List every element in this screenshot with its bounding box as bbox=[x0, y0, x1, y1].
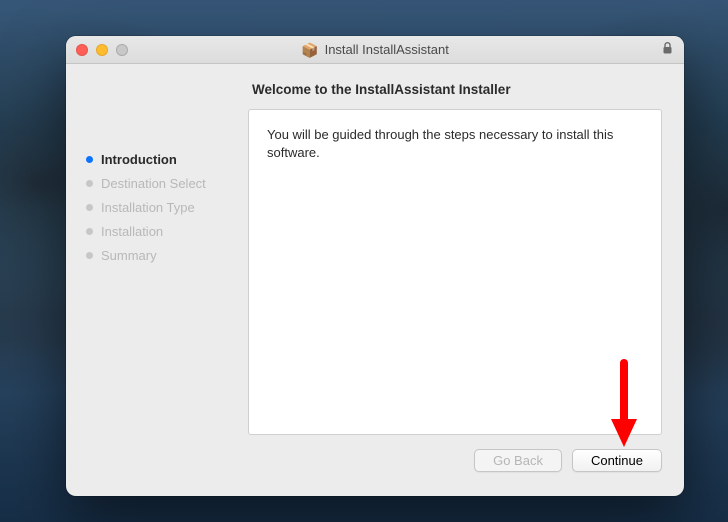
main-panel: Welcome to the InstallAssistant Installe… bbox=[242, 64, 684, 496]
step-label: Introduction bbox=[101, 152, 177, 167]
step-bullet-icon bbox=[86, 156, 93, 163]
step-bullet-icon bbox=[86, 180, 93, 187]
step-label: Installation Type bbox=[101, 200, 195, 215]
button-row: Go Back Continue bbox=[248, 449, 662, 472]
step-introduction: Introduction bbox=[86, 152, 230, 167]
minimize-button[interactable] bbox=[96, 44, 108, 56]
step-bullet-icon bbox=[86, 228, 93, 235]
lock-icon[interactable] bbox=[661, 41, 674, 58]
step-installation-type: Installation Type bbox=[86, 200, 230, 215]
step-label: Summary bbox=[101, 248, 157, 263]
step-bullet-icon bbox=[86, 204, 93, 211]
step-destination-select: Destination Select bbox=[86, 176, 230, 191]
installer-window: 📦 Install InstallAssistant Introduction … bbox=[66, 36, 684, 496]
close-button[interactable] bbox=[76, 44, 88, 56]
step-label: Destination Select bbox=[101, 176, 206, 191]
step-installation: Installation bbox=[86, 224, 230, 239]
titlebar[interactable]: 📦 Install InstallAssistant bbox=[66, 36, 684, 64]
titlebar-title: 📦 Install InstallAssistant bbox=[66, 42, 684, 57]
maximize-button bbox=[116, 44, 128, 56]
page-title: Welcome to the InstallAssistant Installe… bbox=[252, 82, 662, 97]
step-label: Installation bbox=[101, 224, 163, 239]
step-bullet-icon bbox=[86, 252, 93, 259]
traffic-light-group bbox=[76, 44, 128, 56]
steps-sidebar: Introduction Destination Select Installa… bbox=[66, 64, 242, 496]
body-text: You will be guided through the steps nec… bbox=[267, 127, 613, 160]
step-summary: Summary bbox=[86, 248, 230, 263]
window-title-text: Install InstallAssistant bbox=[325, 42, 449, 57]
content-box: You will be guided through the steps nec… bbox=[248, 109, 662, 435]
window-body: Introduction Destination Select Installa… bbox=[66, 64, 684, 496]
package-icon: 📦 bbox=[301, 43, 318, 57]
go-back-button: Go Back bbox=[474, 449, 562, 472]
continue-button[interactable]: Continue bbox=[572, 449, 662, 472]
